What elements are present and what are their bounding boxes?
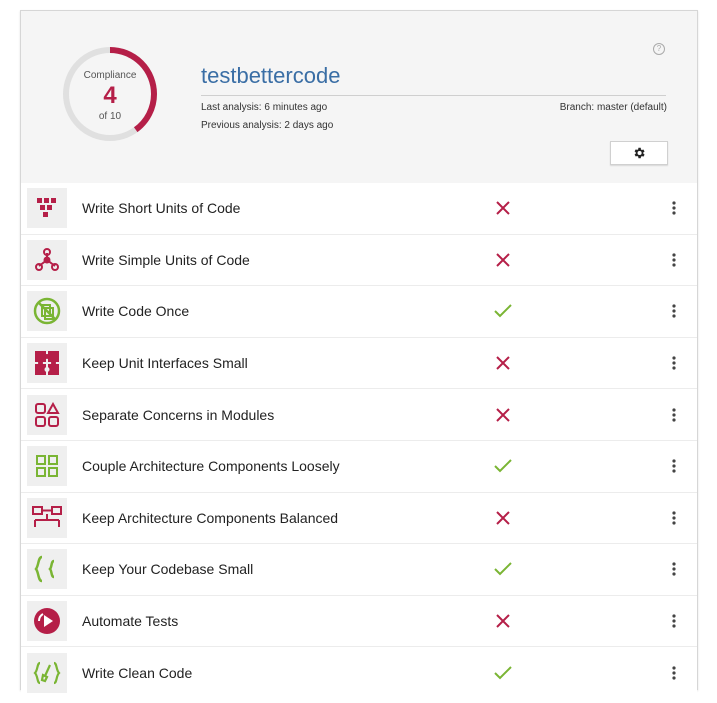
codebase-small-icon [27,549,67,590]
previous-analysis: Previous analysis: 2 days ago [201,120,334,131]
more-vert-icon[interactable] [669,663,679,683]
pass-check-icon [493,301,513,321]
fail-cross-icon [493,508,513,528]
guideline-label: Write Short Units of Code [82,200,241,217]
compliance-card: Compliance 4 of 10 testbettercode Last a… [20,10,698,698]
guideline-label: Keep Architecture Components Balanced [82,509,339,526]
guideline-row[interactable]: Write Simple Units of Code [21,235,697,287]
fail-cross-icon [493,198,513,218]
more-vert-icon[interactable] [669,250,679,270]
question-circle-icon[interactable]: ? [653,43,665,55]
more-vert-icon[interactable] [669,301,679,321]
guideline-row[interactable]: Separate Concerns in Modules [21,389,697,441]
guideline-label: Write Clean Code [82,664,193,681]
last-analysis: Last analysis: 6 minutes ago [201,102,328,113]
more-vert-icon[interactable] [669,508,679,528]
pass-check-icon [493,456,513,476]
card-header: Compliance 4 of 10 testbettercode Last a… [21,11,697,183]
compliance-value: 4 [103,82,117,109]
fail-cross-icon [493,611,513,631]
balanced-components-icon [27,497,67,538]
gear-icon [634,147,645,159]
compliance-label: Compliance [83,70,137,81]
guideline-label: Write Simple Units of Code [82,251,250,268]
project-title[interactable]: testbettercode [201,63,340,89]
short-units-icon [27,188,67,229]
pass-check-icon [493,663,513,683]
title-divider [201,95,666,96]
guideline-row[interactable]: Keep Your Codebase Small [21,544,697,596]
fail-cross-icon [493,353,513,373]
guideline-row[interactable]: Automate Tests [21,596,697,648]
fail-cross-icon [493,250,513,270]
couple-components-icon [27,446,67,487]
automate-tests-icon [27,601,67,642]
donut-text: Compliance 4 of 10 [61,45,159,143]
fail-cross-icon [493,405,513,425]
more-vert-icon[interactable] [669,405,679,425]
more-vert-icon[interactable] [669,198,679,218]
compliance-total: of 10 [98,111,122,122]
guideline-label: Automate Tests [82,613,179,630]
settings-button[interactable] [610,141,668,165]
guideline-row[interactable]: Keep Architecture Components Balanced [21,493,697,545]
unit-interfaces-icon [27,343,67,384]
guideline-label: Keep Your Codebase Small [82,561,254,578]
more-vert-icon[interactable] [669,559,679,579]
guideline-label: Couple Architecture Components Loosely [82,458,340,475]
guideline-row[interactable]: Keep Unit Interfaces Small [21,338,697,390]
guideline-row[interactable]: Couple Architecture Components Loosely [21,441,697,493]
clean-code-icon [27,652,67,693]
guideline-label: Write Code Once [82,303,190,320]
guideline-row[interactable]: Write Short Units of Code [21,183,697,235]
code-once-icon [27,291,67,332]
guideline-row[interactable]: Write Clean Code [21,647,697,698]
more-vert-icon[interactable] [669,611,679,631]
guideline-label: Separate Concerns in Modules [82,406,275,423]
guideline-list: Write Short Units of Code Write Simple U… [21,183,697,698]
simple-units-icon [27,239,67,280]
guideline-row[interactable]: Write Code Once [21,286,697,338]
pass-check-icon [493,559,513,579]
more-vert-icon[interactable] [669,353,679,373]
more-vert-icon[interactable] [669,456,679,476]
guideline-label: Keep Unit Interfaces Small [82,355,248,372]
separate-concerns-icon [27,394,67,435]
branch-label: Branch: master (default) [559,102,667,113]
